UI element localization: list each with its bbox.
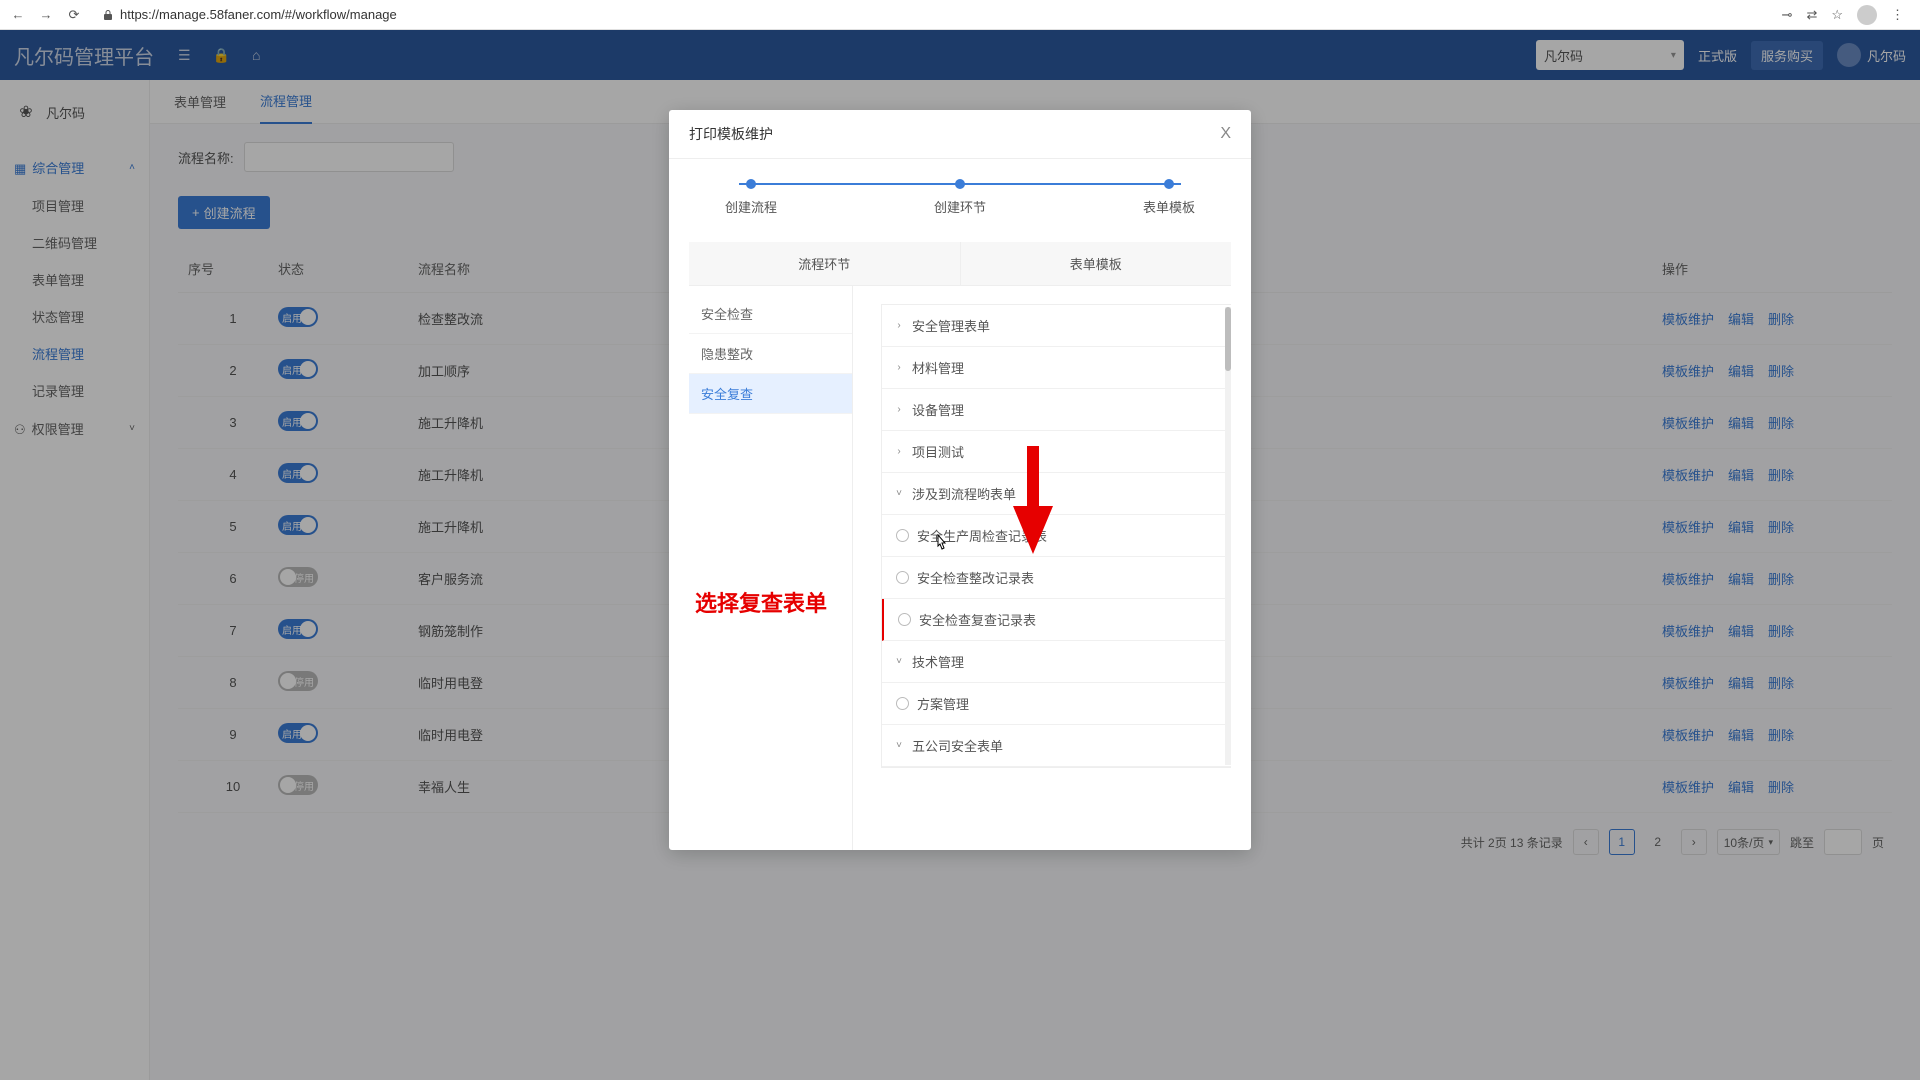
lock-icon	[102, 9, 114, 21]
tree-node[interactable]: ›项目测试	[882, 431, 1231, 473]
browser-reload-icon[interactable]: ⟳	[66, 7, 82, 23]
wizard-steps: 创建流程 创建环节 表单模板	[669, 159, 1251, 224]
browser-forward-icon[interactable]: →	[38, 7, 54, 22]
tree-child[interactable]: 安全检查整改记录表	[882, 557, 1231, 599]
modal-title: 打印模板维护	[689, 124, 773, 144]
annotation-text: 选择复查表单	[695, 586, 827, 618]
tree-node[interactable]: ›安全管理表单	[882, 305, 1231, 347]
annotation-arrow-icon	[1013, 446, 1053, 556]
print-template-modal: 打印模板维护 X 创建流程 创建环节 表单模板 流程环节 表单模板 安全检查隐患…	[669, 110, 1251, 850]
inner-tab-steps[interactable]: 流程环节	[689, 242, 961, 285]
chevron-icon: ›	[894, 446, 904, 457]
radio-icon[interactable]	[896, 571, 909, 584]
star-icon[interactable]: ☆	[1831, 7, 1843, 23]
step-2: 创建环节	[934, 179, 986, 216]
tree-node[interactable]: ˅涉及到流程哟表单	[882, 473, 1231, 515]
chevron-icon: ˅	[894, 740, 904, 751]
browser-back-icon[interactable]: ←	[10, 7, 26, 22]
tree-child[interactable]: 安全检查复查记录表	[882, 599, 1231, 641]
tree-scrollbar-thumb[interactable]	[1225, 307, 1231, 371]
modal-left-item-0[interactable]: 安全检查	[689, 294, 852, 334]
modal-close-button[interactable]: X	[1220, 125, 1231, 143]
tree-scrollbar-track[interactable]	[1225, 307, 1231, 765]
chevron-icon: ˅	[894, 488, 904, 499]
profile-icon[interactable]	[1857, 5, 1877, 25]
modal-left-item-1[interactable]: 隐患整改	[689, 334, 852, 374]
browser-chrome: ← → ⟳ https://manage.58faner.com/#/workf…	[0, 0, 1920, 30]
modal-tree-panel: ›安全管理表单›材料管理›设备管理›项目测试˅涉及到流程哟表单安全生产周检查记录…	[853, 286, 1231, 850]
tree-node[interactable]: ›设备管理	[882, 389, 1231, 431]
chevron-icon: ›	[894, 404, 904, 415]
radio-icon[interactable]	[898, 613, 911, 626]
tree-node[interactable]: ˅五公司安全表单	[882, 725, 1231, 767]
modal-overlay: 打印模板维护 X 创建流程 创建环节 表单模板 流程环节 表单模板 安全检查隐患…	[0, 30, 1920, 1080]
tree-node[interactable]: ˅技术管理	[882, 641, 1231, 683]
inner-tab-templates[interactable]: 表单模板	[961, 242, 1232, 285]
tree-child[interactable]: 方案管理	[882, 683, 1231, 725]
radio-icon[interactable]	[896, 529, 909, 542]
cursor-pointer-icon	[934, 534, 948, 555]
chevron-icon: ˅	[894, 656, 904, 667]
url-text: https://manage.58faner.com/#/workflow/ma…	[120, 7, 397, 22]
menu-icon[interactable]: ⋮	[1891, 7, 1904, 23]
modal-inner-tabs: 流程环节 表单模板	[689, 242, 1231, 285]
radio-icon[interactable]	[896, 697, 909, 710]
translate-icon[interactable]: ⇄	[1806, 7, 1817, 23]
step-3: 表单模板	[1143, 179, 1195, 216]
chevron-icon: ›	[894, 320, 904, 331]
url-bar[interactable]: https://manage.58faner.com/#/workflow/ma…	[94, 5, 1770, 24]
key-icon[interactable]: ⊸	[1782, 7, 1793, 23]
modal-left-list: 安全检查隐患整改安全复查 选择复查表单	[689, 286, 853, 850]
tree-node[interactable]: ›材料管理	[882, 347, 1231, 389]
step-1: 创建流程	[725, 179, 777, 216]
chevron-icon: ›	[894, 362, 904, 373]
modal-left-item-2[interactable]: 安全复查	[689, 374, 852, 414]
